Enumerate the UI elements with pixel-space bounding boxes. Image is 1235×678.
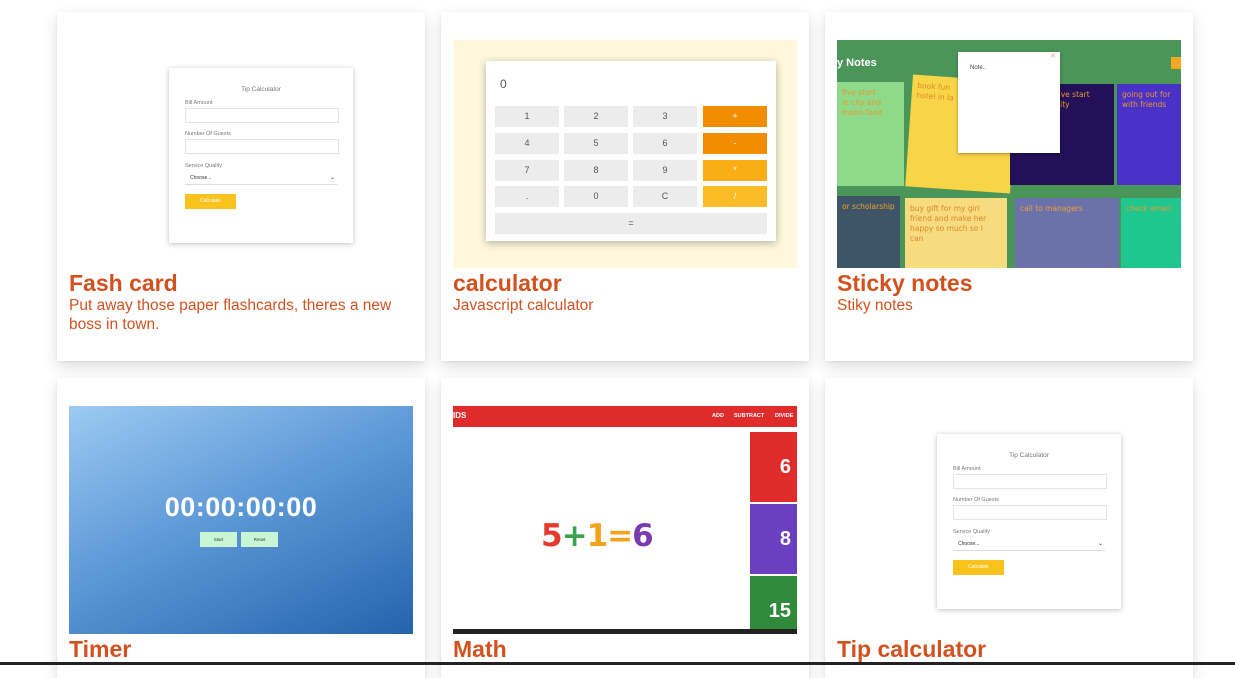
sticky-note: check email (1121, 198, 1181, 268)
close-icon: ✕ (1050, 53, 1056, 60)
preview-title: Tip Calculator (241, 86, 281, 93)
tip-calculator-preview: Tip Calculator Bill Amount Number Of Gue… (169, 68, 353, 243)
sticky-note: buy gift for my girl friend and make her h… (905, 198, 1007, 268)
calculator-display: 0 (500, 77, 507, 91)
project-thumbnail[interactable]: 0 1 2 3 +4 5 6-7 8 9 *. 0 C / = (453, 40, 797, 268)
calculator-key: 5 (564, 133, 628, 154)
chevron-down-icon: ⌄ (1097, 541, 1103, 547)
sticky-note: call to managers (1015, 198, 1119, 268)
math-equation: 5+1=6 (541, 518, 654, 554)
bill-amount-input (185, 108, 339, 123)
card-title[interactable]: calculator (453, 269, 562, 297)
card-title[interactable]: Math (453, 635, 507, 663)
calculator-key: C (633, 186, 697, 207)
calculator-key: * (703, 160, 767, 181)
card-title[interactable]: Tip calculator (837, 635, 986, 663)
menu-add: ADD (712, 413, 724, 419)
calculator-key: 1 (495, 106, 559, 127)
calculator-key: 8 (564, 160, 628, 181)
project-card-calculator[interactable]: 0 1 2 3 +4 5 6-7 8 9 *. 0 C / = calculator Javascri… (441, 12, 809, 361)
bill-amount-label: Bill Amount (953, 466, 981, 472)
service-select: Choose... ⌄ (953, 538, 1105, 551)
calculator-key: 9 (633, 160, 697, 181)
card-title[interactable]: Fash card (69, 269, 178, 297)
project-thumbnail[interactable]: 00:00:00:00 Start Reset (69, 406, 413, 634)
calculator-key: 2 (564, 106, 628, 127)
answer-tile: 6 (750, 432, 797, 502)
sticky-note: going out for with friends (1117, 84, 1181, 185)
card-title[interactable]: Timer (69, 635, 131, 663)
project-thumbnail[interactable]: IDS ADD SUBTRACT DIVIDE 5+1=6 6 8 15 (453, 406, 797, 634)
tip-calculator-preview: Tip Calculator Bill Amount Number Of Gue… (937, 434, 1121, 609)
note-input: Note.. (970, 65, 987, 71)
math-navbar: IDS ADD SUBTRACT DIVIDE (453, 406, 797, 427)
calculator-preview: 0 1 2 3 +4 5 6-7 8 9 *. 0 C / = (486, 61, 776, 241)
guests-label: Number Of Guests (185, 131, 231, 137)
calculator-key: 0 (564, 186, 628, 207)
calculator-key: . (495, 186, 559, 207)
project-thumbnail[interactable]: y Notes five start ie city and moon food b… (837, 40, 1181, 268)
service-label: Service Quality (953, 529, 990, 535)
guests-input (185, 139, 339, 154)
project-thumbnail[interactable]: Tip Calculator Bill Amount Number Of Gue… (69, 40, 413, 268)
add-note-tab (1171, 57, 1181, 69)
calculator-key: 7 (495, 160, 559, 181)
calculator-key: + (703, 106, 767, 127)
calculate-button: Calculate (953, 560, 1004, 575)
answer-tile: 15 (750, 576, 797, 634)
menu-subtract: SUBTRACT (734, 413, 765, 419)
chevron-down-icon: ⌄ (329, 175, 335, 181)
menu-divide: DIVIDE (775, 413, 794, 419)
card-description: Javascript calculator (453, 297, 594, 314)
sticky-note: five start ie city and moon food (837, 82, 904, 186)
guests-input (953, 505, 1107, 520)
calculator-key: 6 (633, 133, 697, 154)
calculate-button: Calculate (185, 194, 236, 209)
calculator-key: 3 (633, 106, 697, 127)
project-card-math[interactable]: IDS ADD SUBTRACT DIVIDE 5+1=6 6 8 15 Mat… (441, 378, 809, 678)
card-description: Put away those paper flashcards, theres … (69, 297, 392, 333)
project-card-sticky-notes[interactable]: y Notes five start ie city and moon food b… (825, 12, 1193, 361)
service-select: Choose... ⌄ (185, 172, 337, 185)
math-footer-bar (453, 629, 797, 634)
card-description: Stiky notes (837, 297, 913, 314)
answer-tile: 8 (750, 504, 797, 574)
calculator-key: - (703, 133, 767, 154)
calculator-key: 4 (495, 133, 559, 154)
project-card-tip-calculator[interactable]: Tip Calculator Bill Amount Number Of Gue… (825, 378, 1193, 678)
timer-display: 00:00:00:00 (164, 492, 318, 522)
project-thumbnail[interactable]: Tip Calculator Bill Amount Number Of Gue… (837, 406, 1181, 634)
bill-amount-input (953, 474, 1107, 489)
note-popup: Note.. ✕ (958, 52, 1060, 153)
preview-title: Tip Calculator (1009, 452, 1049, 459)
reset-button: Reset (241, 532, 278, 547)
start-button: Start (200, 532, 237, 547)
bill-amount-label: Bill Amount (185, 100, 213, 106)
sticky-note: or scholarship (837, 196, 900, 268)
math-logo: IDS (453, 411, 467, 420)
guests-label: Number Of Guests (953, 497, 999, 503)
calculator-key: / (703, 186, 767, 207)
service-label: Service Quality (185, 163, 222, 169)
project-card-timer[interactable]: 00:00:00:00 Start Reset Timer (57, 378, 425, 678)
card-title[interactable]: Sticky notes (837, 269, 973, 297)
sticky-header: y Notes (837, 57, 877, 69)
project-card-fash-card[interactable]: Tip Calculator Bill Amount Number Of Gue… (57, 12, 425, 361)
calculator-key-equals: = (495, 213, 767, 234)
